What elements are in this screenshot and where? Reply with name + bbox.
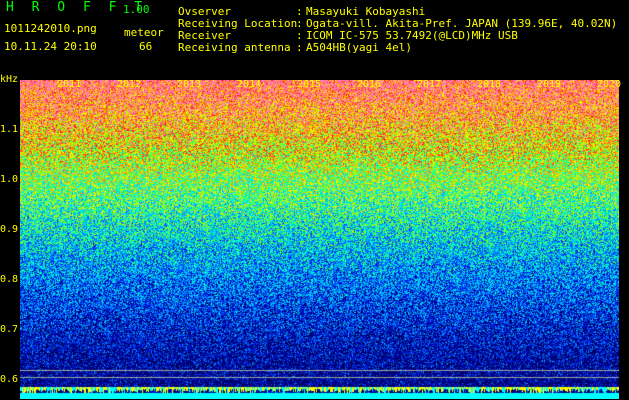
meteor-count: 66 <box>139 40 153 53</box>
meteor-label: meteor <box>124 26 164 39</box>
x-tick-label: 2014 <box>237 79 262 90</box>
header-panel: H R O F F T 1.00 1011242010.png 10.11.24… <box>0 0 629 76</box>
x-tick-label: 2013 <box>177 79 202 90</box>
y-tick-label: 1.1 <box>0 124 19 135</box>
x-tick-label: 2015 <box>297 79 322 90</box>
x-tick-label: 2012 <box>117 79 142 90</box>
antenna-label: Receiving antenna <box>178 41 291 54</box>
app-version: 1.00 <box>123 3 150 16</box>
x-tick-label: 2011 <box>57 79 82 90</box>
antenna-colon: : <box>296 41 303 54</box>
y-unit-label: kHz <box>0 74 19 85</box>
x-tick-label: 2019 <box>537 79 562 90</box>
datetime-label: 10.11.24 20:10 <box>4 40 97 53</box>
spectrogram-image <box>20 80 619 399</box>
y-tick-label: 0.8 <box>0 274 19 285</box>
x-tick-label: 2020 <box>597 79 622 90</box>
filename-label: 1011242010.png <box>4 22 97 35</box>
x-tick-label: 2017 <box>417 79 442 90</box>
y-tick-label: 0.9 <box>0 224 19 235</box>
x-tick-label: 2018 <box>477 79 502 90</box>
antenna-value: A504HB(yagi 4el) <box>306 41 412 54</box>
x-tick-label: 2016 <box>357 79 382 90</box>
y-tick-label: 0.6 <box>0 374 19 385</box>
y-tick-label: 1.0 <box>0 174 19 185</box>
y-tick-label: 0.7 <box>0 324 19 335</box>
